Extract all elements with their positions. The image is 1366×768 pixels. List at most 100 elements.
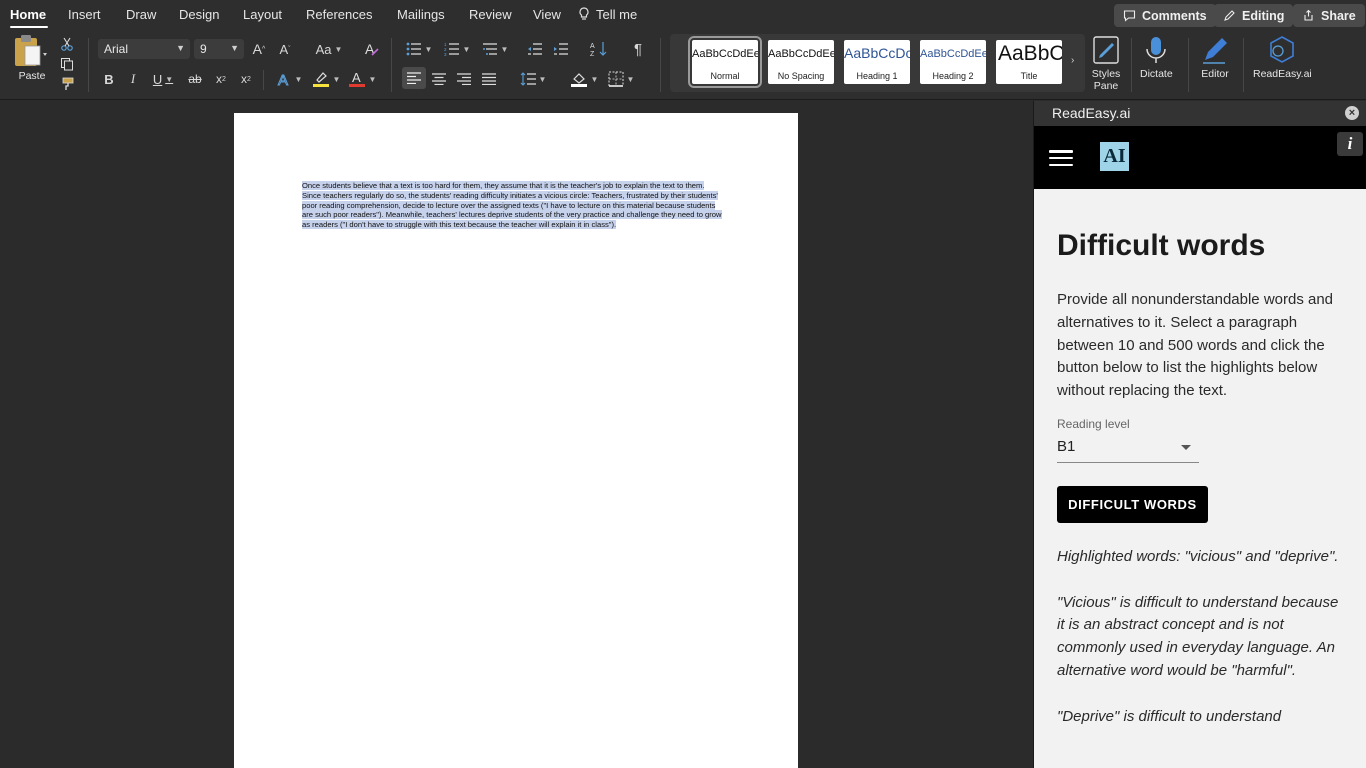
sort-icon[interactable]: AZ	[589, 39, 609, 59]
superscript-button[interactable]: x2	[236, 69, 256, 89]
shading-button[interactable]: ▼	[567, 69, 601, 89]
show-formatting-marks-icon[interactable]: ¶	[629, 39, 647, 59]
close-icon[interactable]: ×	[1345, 106, 1359, 120]
cut-icon[interactable]	[58, 35, 76, 53]
chevron-down-icon: ▼	[176, 43, 185, 53]
style-sample: AaBbC(	[998, 42, 1062, 65]
tell-me-label: Tell me	[596, 7, 638, 22]
divider	[660, 38, 661, 92]
dictate-button[interactable]: Dictate	[1140, 34, 1173, 80]
reading-level-select[interactable]: B1	[1057, 436, 1199, 463]
highlight-color-button[interactable]: ▼	[309, 69, 343, 89]
italic-button[interactable]: I	[124, 69, 142, 89]
difficult-words-button[interactable]: DIFFICULT WORDS	[1057, 486, 1208, 523]
hamburger-menu-icon[interactable]	[1049, 150, 1073, 167]
paste-button[interactable]: Paste	[12, 34, 52, 82]
document-body[interactable]: Once students believe that a text is too…	[302, 181, 724, 230]
tab-review[interactable]: Review	[469, 7, 512, 22]
divider	[391, 38, 392, 92]
change-case-button[interactable]: Aa ▼	[313, 39, 345, 59]
document-canvas[interactable]: Once students believe that a text is too…	[0, 101, 1033, 768]
bullets-button[interactable]: ▼	[402, 39, 436, 59]
divider	[1243, 38, 1244, 92]
editor-button[interactable]: Editor	[1199, 34, 1231, 80]
paint-bucket-icon	[570, 73, 587, 87]
numbering-button[interactable]: 1 2 3 ▼	[440, 39, 474, 59]
style-no-spacing[interactable]: AaBbCcDdEe No Spacing	[768, 40, 834, 84]
style-name: Title	[1020, 71, 1038, 81]
format-painter-icon[interactable]	[58, 75, 76, 93]
tab-view[interactable]: View	[533, 7, 561, 22]
grow-font-icon[interactable]: A ^	[250, 39, 268, 59]
decrease-indent-icon[interactable]	[526, 39, 544, 59]
style-name: No Spacing	[777, 71, 825, 81]
underline-button[interactable]: U ▼	[148, 69, 178, 89]
page-title: Difficult words	[1057, 229, 1266, 262]
result-paragraph: "Vicious" is difficult to understand bec…	[1057, 593, 1339, 679]
font-family-select[interactable]: Arial ▼	[98, 39, 190, 59]
styles-pane-button[interactable]: Styles Pane	[1086, 34, 1126, 92]
style-normal[interactable]: AaBbCcDdEe Normal	[688, 36, 762, 88]
ribbon-home: Paste Arial ▼ 9 ▼ A ^ Aˇ Aa ▼ A B I U ▼ ab x2…	[0, 30, 1366, 100]
style-sample: AaBbCcDdEe	[920, 48, 986, 60]
shrink-font-icon[interactable]: Aˇ	[276, 39, 294, 59]
tab-design[interactable]: Design	[179, 7, 219, 22]
tab-layout[interactable]: Layout	[243, 7, 282, 22]
bullet-list-icon	[406, 42, 421, 56]
tell-me-search[interactable]: Tell me	[578, 7, 637, 22]
justify-icon[interactable]	[480, 69, 498, 89]
share-button[interactable]: Share	[1293, 4, 1365, 27]
style-name: Normal	[710, 71, 740, 81]
active-tab-indicator	[10, 26, 48, 28]
divider	[88, 38, 89, 92]
editing-label: Editing	[1242, 8, 1285, 23]
text-effects-button[interactable]: A ▼	[272, 69, 306, 89]
style-heading-2[interactable]: AaBbCcDdEe Heading 2	[920, 40, 986, 84]
tab-insert[interactable]: Insert	[68, 7, 101, 22]
style-heading-1[interactable]: AaBbCcDc Heading 1	[844, 40, 910, 84]
align-left-button[interactable]	[402, 67, 426, 89]
font-size-select[interactable]: 9 ▼	[194, 39, 244, 59]
tab-home[interactable]: Home	[10, 7, 46, 22]
multilevel-list-button[interactable]: ▼	[478, 39, 512, 59]
reading-level-value: B1	[1057, 438, 1076, 455]
tab-references[interactable]: References	[306, 7, 372, 22]
numbered-list-icon: 123	[444, 42, 459, 56]
document-page[interactable]: Once students believe that a text is too…	[234, 113, 798, 768]
readeasy-button[interactable]: ReadEasy.ai	[1253, 34, 1312, 80]
clipboard-icon	[15, 35, 47, 66]
font-color-button[interactable]: A ▼	[345, 69, 379, 89]
style-title[interactable]: AaBbC( Title	[996, 40, 1062, 84]
bold-button[interactable]: B	[100, 69, 118, 89]
task-pane-title: ReadEasy.ai	[1052, 105, 1131, 121]
comments-button[interactable]: Comments	[1114, 4, 1216, 27]
style-sample: AaBbCcDc	[844, 45, 910, 61]
highlighter-icon	[312, 72, 329, 87]
ribbon-tab-bar: Home Insert Draw Design Layout Reference…	[0, 0, 1366, 30]
chevron-down-icon: ▼	[230, 43, 239, 53]
styles-gallery-next-icon[interactable]: ›	[1071, 55, 1074, 66]
increase-indent-icon[interactable]	[552, 39, 570, 59]
microphone-icon	[1146, 37, 1167, 63]
styles-pane-label: Styles Pane	[1091, 68, 1121, 92]
divider	[263, 70, 264, 90]
styles-gallery: AaBbCcDdEe Normal AaBbCcDdEe No Spacing …	[670, 34, 1085, 92]
line-spacing-button[interactable]: ▼	[516, 69, 550, 89]
editing-button[interactable]: Editing	[1214, 4, 1294, 27]
strikethrough-button[interactable]: ab	[184, 69, 206, 89]
ai-logo: AI	[1100, 142, 1129, 171]
result-paragraph: Highlighted words: "vicious" and "depriv…	[1057, 548, 1339, 565]
info-icon[interactable]: i	[1337, 132, 1363, 156]
clear-formatting-icon[interactable]: A	[362, 39, 382, 59]
readeasy-label: ReadEasy.ai	[1253, 68, 1312, 80]
borders-button[interactable]: ▼	[604, 69, 638, 89]
align-right-icon[interactable]	[455, 69, 473, 89]
align-center-icon[interactable]	[430, 69, 448, 89]
selected-paragraph[interactable]: Once students believe that a text is too…	[302, 181, 722, 230]
subscript-button[interactable]: x2	[211, 69, 231, 89]
result-paragraph: "Deprive" is difficult to understand	[1057, 707, 1282, 725]
tab-mailings[interactable]: Mailings	[397, 7, 445, 22]
copy-icon[interactable]	[58, 55, 76, 73]
multilevel-list-icon	[482, 43, 497, 55]
tab-draw[interactable]: Draw	[126, 7, 156, 22]
